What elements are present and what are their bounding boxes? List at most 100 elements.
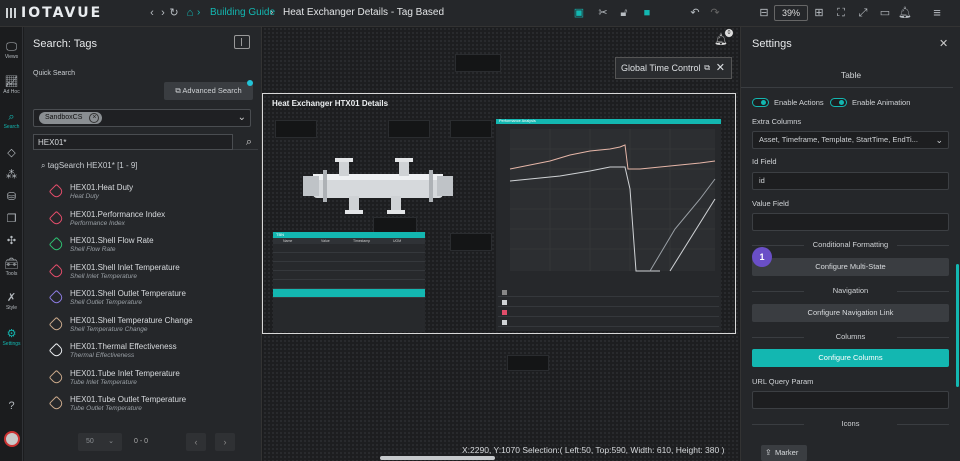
tag-name: HEX01.Shell Inlet Temperature	[70, 262, 180, 272]
rail-tag[interactable]: ◇	[0, 147, 23, 159]
advanced-search-label: Advanced Search	[182, 86, 242, 95]
enable-actions-toggle[interactable]	[752, 98, 769, 107]
table-row[interactable]	[273, 262, 425, 271]
configure-multistate-button[interactable]: Configure Multi-State	[752, 258, 949, 276]
home-icon[interactable]: ⌂	[183, 6, 197, 20]
chevron-down-icon[interactable]: ⌄	[238, 112, 246, 123]
comment-icon[interactable]: ▭	[878, 6, 892, 20]
performance-trend-chart[interactable]	[500, 129, 717, 277]
table-row[interactable]	[273, 280, 425, 289]
tag-list-item[interactable]: HEX01.Shell Outlet Temperature Shell Outl…	[48, 288, 248, 312]
vertical-scrollbar[interactable]	[956, 264, 959, 387]
tag-list-item[interactable]: HEX01.Performance Index Performance Index	[48, 209, 248, 233]
remove-chip-icon[interactable]: ×	[89, 113, 100, 123]
undo-icon[interactable]: ↶	[688, 6, 702, 20]
mini-tag-widget[interactable]	[507, 355, 549, 371]
rail-style[interactable]: ✗ Style	[0, 292, 23, 311]
tools-icon[interactable]: ✂	[596, 6, 610, 20]
prev-page-button[interactable]: ‹	[186, 433, 206, 451]
rail-database[interactable]: ⛁	[0, 191, 23, 203]
save-icon[interactable]: ■	[640, 6, 654, 20]
legend-row[interactable]	[498, 307, 719, 317]
marker-button[interactable]: ⇪ Marker	[761, 445, 807, 461]
menu-icon[interactable]: ≡	[930, 6, 944, 20]
fit-screen-icon[interactable]: ⛶	[834, 6, 848, 20]
tag-list-item[interactable]: HEX01.Shell Flow Rate Shell Flow Rate	[48, 235, 248, 259]
table-row[interactable]	[273, 244, 425, 253]
table-row-selected[interactable]	[273, 289, 425, 298]
data-source-filter[interactable]: SandboxCS × ⌄	[33, 109, 251, 127]
tag-list-item[interactable]: HEX01.Tube Inlet Temperature Tube Inlet T…	[48, 368, 248, 392]
extra-columns-select[interactable]: Asset, Timeframe, Template, StartTime, E…	[752, 131, 949, 149]
performance-analysis-widget[interactable]: Performance Analysis	[496, 119, 721, 331]
enable-animation-toggle[interactable]	[830, 98, 847, 107]
advanced-search-button[interactable]: ⧉ Advanced Search	[164, 82, 253, 100]
zoom-in-icon[interactable]: ⊞	[812, 6, 826, 20]
assets-icon: ⁂	[6, 169, 17, 181]
tag-icon	[48, 210, 65, 226]
rail-adhoc-label: Ad Hoc	[3, 89, 20, 95]
tag-icon	[48, 369, 65, 385]
search-icon[interactable]: ⌕	[242, 135, 256, 149]
rail-transform[interactable]: ✣	[0, 235, 23, 247]
legend-row[interactable]	[498, 287, 719, 297]
configure-navigation-button[interactable]: Configure Navigation Link	[752, 304, 949, 322]
tag-name: HEX01.Shell Flow Rate	[70, 236, 154, 245]
rail-search[interactable]: ⌕ Search	[0, 111, 23, 130]
tag-name: HEX01.Shell Outlet Temperature	[70, 289, 186, 298]
rail-help[interactable]: ?	[0, 400, 23, 412]
monitor-icon: 🖵︎	[6, 41, 17, 53]
heat-exchanger-image[interactable]	[303, 158, 453, 214]
legend-row[interactable]	[498, 317, 719, 327]
tag-list-item[interactable]: HEX01.Tube Outlet Temperature Tube Outlet…	[48, 394, 248, 418]
fullscreen-icon[interactable]: ⤢	[856, 6, 870, 20]
redo-icon[interactable]: ↷	[708, 6, 722, 20]
rail-style-label: Style	[5, 305, 18, 311]
configure-columns-button[interactable]: Configure Columns	[752, 349, 949, 367]
close-icon[interactable]: ✕	[939, 37, 948, 50]
tag-name: HEX01.Tube Outlet Temperature	[70, 395, 187, 404]
zoom-level[interactable]: 39%	[774, 5, 808, 21]
extra-columns-label: Extra Columns	[752, 117, 802, 126]
search-input[interactable]	[33, 134, 233, 150]
rail-adhoc[interactable]: 📈︎ Ad Hoc	[0, 76, 23, 95]
tag-list-item[interactable]: HEX01.Thermal Effectiveness Thermal Effec…	[48, 341, 248, 365]
tag-description: Shell Inlet Temperature	[70, 272, 137, 280]
tag-table-widget[interactable]: TBN Name Value Timestamp UOM	[273, 232, 425, 332]
rail-views[interactable]: 🖵︎ Views	[0, 41, 23, 60]
breadcrumb-separator: ›	[270, 7, 274, 18]
rail-settings[interactable]: ⚙ Settings	[0, 328, 23, 347]
notification-icon[interactable]: 🔔︎	[898, 6, 912, 20]
url-query-input[interactable]	[752, 391, 949, 409]
logo-text: IOTAVUE	[21, 5, 103, 21]
legend-row[interactable]	[498, 297, 719, 307]
rail-assets[interactable]: ⁂	[0, 169, 23, 181]
global-time-control[interactable]: Global Time Control ⧉ ✕	[615, 57, 732, 79]
refresh-icon[interactable]: ↻	[167, 6, 181, 20]
unlock-icon[interactable]: 🔓︎	[617, 6, 631, 20]
tag-list-item[interactable]: HEX01.Shell Temperature Change Shell Temp…	[48, 315, 248, 339]
dashboard-icon[interactable]: ▣	[572, 6, 586, 20]
breadcrumb-root[interactable]: Building Guide	[210, 7, 275, 18]
rail-documents[interactable]: ❐	[0, 213, 23, 225]
tag-list-item[interactable]: HEX01.Heat Duty Heat Duty	[48, 182, 248, 206]
tag-list-item[interactable]: HEX01.Shell Inlet Temperature Shell Inlet…	[48, 262, 248, 286]
horizontal-scrollbar[interactable]	[380, 456, 495, 460]
design-canvas[interactable]: 🔔︎ 0 Global Time Control ⧉ ✕ Heat Exchan…	[262, 27, 739, 461]
table-row[interactable]	[273, 271, 425, 280]
avatar[interactable]	[0, 431, 23, 447]
value-field-input[interactable]	[752, 213, 949, 231]
rail-tools[interactable]: 🧰︎ Tools	[0, 258, 23, 277]
tag-search-result[interactable]: ⌕ tagSearch HEX01* [1 - 9]	[41, 161, 138, 171]
collapse-panel-icon[interactable]	[234, 35, 250, 49]
zoom-out-icon[interactable]: ⊟	[757, 6, 771, 20]
widget-title: Heat Exchanger HTX01 Details	[272, 99, 389, 108]
id-field-input[interactable]: id	[752, 172, 949, 190]
mini-tag-widget[interactable]	[455, 54, 501, 72]
external-link-icon[interactable]: ⧉	[704, 58, 710, 78]
table-row[interactable]	[273, 253, 425, 262]
close-icon[interactable]: ✕	[716, 58, 725, 78]
page-size-select[interactable]: 50 ⌄	[78, 433, 122, 451]
toolbox-icon: 🧰︎	[4, 258, 19, 270]
next-page-button[interactable]: ›	[215, 433, 235, 451]
